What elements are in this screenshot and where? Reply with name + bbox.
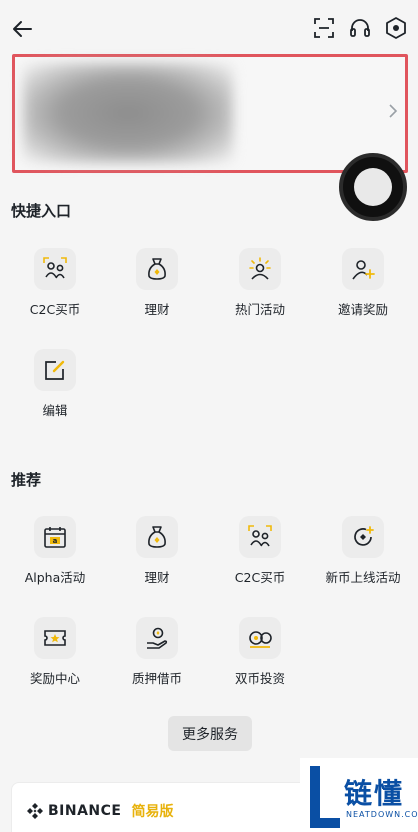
hexagon-settings-icon[interactable] — [384, 16, 408, 40]
watermark: 链懂 NEATDOWN.COM — [300, 758, 418, 832]
floating-assistive-button[interactable] — [339, 153, 407, 221]
binance-logo: BINANCE 简易版 — [26, 801, 174, 821]
recommend-item-label: 质押借币 — [131, 671, 182, 686]
recommend-item-label: 理财 — [144, 570, 170, 585]
quick-item-label: 编辑 — [42, 403, 68, 418]
alpha-calendar-icon: a — [34, 516, 76, 558]
profile-card[interactable] — [12, 54, 408, 173]
scan-icon[interactable] — [312, 16, 336, 40]
edit-icon — [34, 349, 76, 391]
c2c-users-icon — [34, 248, 76, 290]
reward-ticket-icon — [34, 617, 76, 659]
headset-icon[interactable] — [348, 16, 372, 40]
recommend-item-label: 奖励中心 — [29, 671, 80, 686]
arrow-left-icon[interactable] — [10, 16, 36, 42]
binance-diamond-icon — [27, 803, 43, 819]
money-bag-icon — [136, 248, 178, 290]
pledge-loan-icon — [136, 617, 178, 659]
binance-brand-text: BINANCE — [48, 803, 122, 819]
quick-item-label: 理财 — [144, 302, 170, 317]
recommend-title: 推荐 — [11, 471, 42, 489]
binance-lite-label: 简易版 — [131, 804, 174, 820]
chevron-right-icon[interactable] — [387, 102, 399, 120]
quick-item-edit[interactable]: 编辑 — [3, 349, 107, 419]
recommend-item-label: C2C买币 — [234, 570, 286, 585]
quick-item-hot-activity[interactable]: 热门活动 — [208, 248, 312, 318]
recommend-item-label: Alpha活动 — [24, 570, 86, 585]
floating-button-core — [354, 168, 392, 206]
quick-item-invite[interactable]: 邀请奖励 — [311, 248, 415, 318]
quick-item-finance[interactable]: 理财 — [105, 248, 209, 318]
recommend-item-dual-coin[interactable]: 双币投资 — [208, 617, 312, 687]
blurred-profile-info — [23, 63, 233, 163]
quick-item-label: C2C买币 — [29, 302, 81, 317]
quick-item-c2c[interactable]: C2C买币 — [3, 248, 107, 318]
quick-item-label: 邀请奖励 — [337, 302, 388, 317]
recommend-item-alpha[interactable]: a Alpha活动 — [3, 516, 107, 586]
quick-item-label: 热门活动 — [234, 302, 285, 317]
recommend-item-new-coin[interactable]: 新币上线活动 — [311, 516, 415, 586]
invite-user-icon — [342, 248, 384, 290]
svg-text:a: a — [53, 537, 58, 545]
watermark-text: 链懂 — [344, 777, 405, 810]
recommend-item-c2c[interactable]: C2C买币 — [208, 516, 312, 586]
hot-activity-icon — [239, 248, 281, 290]
recommend-item-finance[interactable]: 理财 — [105, 516, 209, 586]
recommend-item-pledge-loan[interactable]: 质押借币 — [105, 617, 209, 687]
new-coin-icon — [342, 516, 384, 558]
watermark-logo-icon — [310, 766, 340, 828]
quick-access-title: 快捷入口 — [11, 202, 72, 220]
dual-coin-icon — [239, 617, 281, 659]
watermark-domain: NEATDOWN.COM — [346, 810, 418, 819]
money-bag-icon — [136, 516, 178, 558]
top-bar — [0, 0, 418, 56]
c2c-users-icon — [239, 516, 281, 558]
more-services-button[interactable]: 更多服务 — [168, 716, 252, 751]
recommend-item-reward-center[interactable]: 奖励中心 — [3, 617, 107, 687]
recommend-item-label: 双币投资 — [234, 671, 285, 686]
recommend-item-label: 新币上线活动 — [325, 570, 401, 585]
